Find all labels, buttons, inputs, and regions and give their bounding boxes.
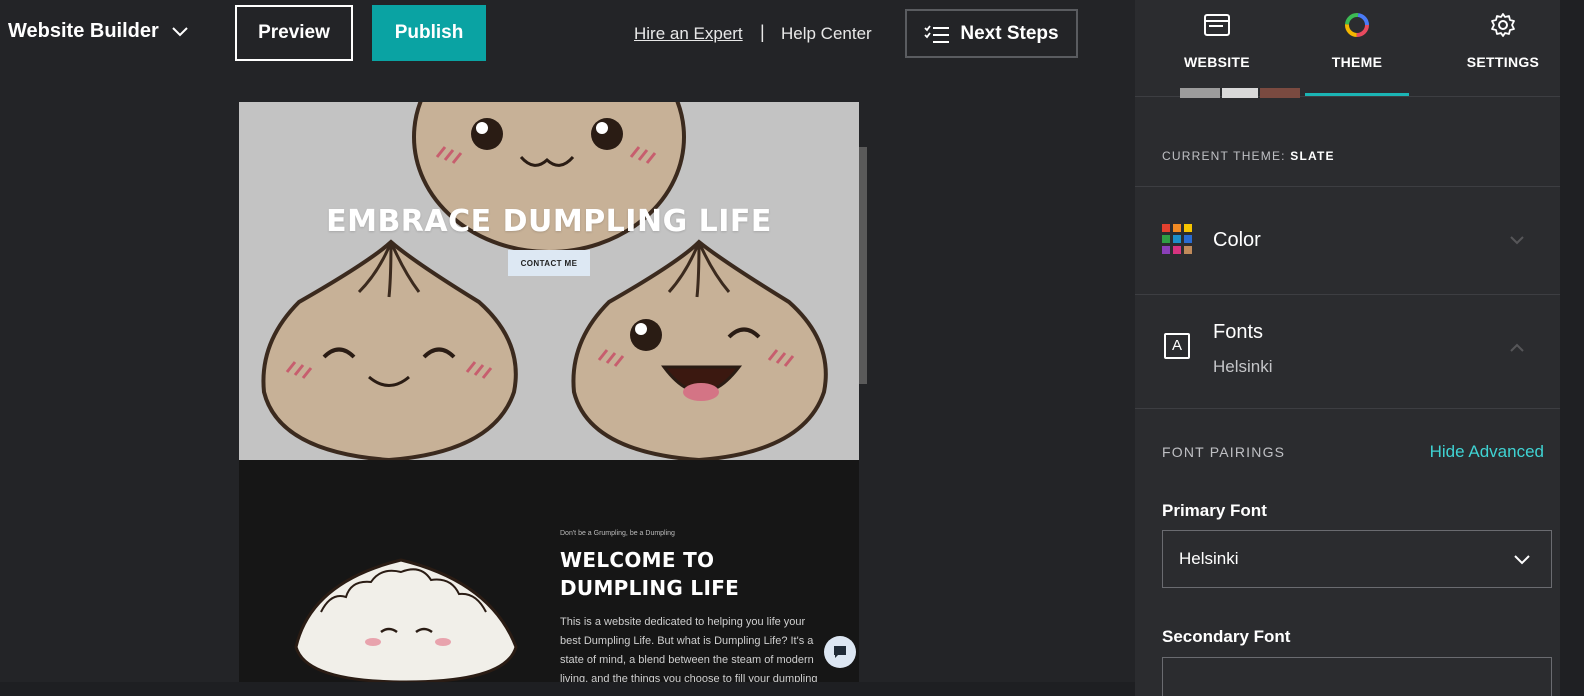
dumpling-illustration [261, 102, 828, 460]
primary-font-select[interactable]: Helsinki [1162, 530, 1552, 588]
canvas-scrollbar[interactable] [859, 147, 867, 384]
chevron-up-icon [1510, 343, 1524, 352]
theme-thumbnails[interactable] [1180, 88, 1302, 98]
chevron-down-icon [172, 26, 188, 36]
color-row-label: Color [1213, 229, 1261, 251]
panel-edge [1560, 0, 1584, 696]
website-builder-app: Website Builder Preview Publish Hire an … [0, 0, 1584, 696]
tab-theme-label: THEME [1331, 54, 1383, 70]
hero-title: EMBRACE DUMPLING LIFE [326, 204, 772, 239]
next-steps-button[interactable]: Next Steps [905, 9, 1078, 58]
font-pairings-section: FONT PAIRINGS Hide Advanced Primary Font… [1135, 408, 1560, 696]
color-palette-icon [1162, 224, 1192, 254]
section-subtitle: Don't be a Grumpling, be a Dumpling [560, 530, 675, 537]
gear-icon [1491, 13, 1515, 37]
tab-website-label: WEBSITE [1184, 54, 1250, 70]
section-title: WELCOME TO DUMPLING LIFE [560, 548, 740, 600]
tab-website[interactable]: WEBSITE [1157, 0, 1277, 97]
theme-panel: WEBSITE THEME SETTINGS CURRENT THEME: SL… [1135, 0, 1560, 696]
tab-theme[interactable]: THEME [1297, 0, 1417, 97]
welcome-section[interactable]: Don't be a Grumpling, be a Dumpling WELC… [239, 460, 859, 682]
fonts-row-label: Fonts [1213, 321, 1264, 343]
current-theme-name: SLATE [1290, 149, 1335, 163]
tab-settings-label: SETTINGS [1466, 54, 1540, 70]
current-theme-prefix: CURRENT THEME: [1162, 149, 1286, 163]
hero-section[interactable]: EMBRACE DUMPLING LIFE CONTACT ME [239, 102, 859, 460]
chevron-down-icon [1514, 555, 1530, 565]
canvas-footer-strip [0, 682, 1135, 696]
preview-button[interactable]: Preview [235, 5, 353, 61]
checklist-icon [924, 24, 950, 43]
hire-expert-link[interactable]: Hire an Expert [634, 24, 743, 44]
font-pairings-label: FONT PAIRINGS [1162, 444, 1286, 460]
chat-bubble-icon [834, 646, 846, 658]
panel-tabs: WEBSITE THEME SETTINGS [1135, 0, 1563, 98]
secondary-font-select[interactable] [1162, 657, 1552, 696]
fonts-row[interactable]: A Fonts Helsinki [1135, 294, 1560, 408]
link-separator: | [760, 22, 765, 42]
chevron-down-icon [1510, 236, 1524, 245]
website-builder-menu[interactable]: Website Builder [8, 20, 189, 43]
fonts-row-value: Helsinki [1213, 357, 1273, 376]
tab-settings[interactable]: SETTINGS [1443, 0, 1563, 97]
help-center-link[interactable]: Help Center [781, 24, 872, 44]
hide-advanced-link[interactable]: Hide Advanced [1430, 442, 1544, 462]
contact-me-button[interactable]: CONTACT ME [508, 250, 590, 276]
publish-button[interactable]: Publish [372, 5, 486, 61]
current-theme: CURRENT THEME: SLATE [1162, 149, 1335, 163]
browser-window-icon [1204, 14, 1230, 36]
secondary-font-label: Secondary Font [1162, 627, 1291, 646]
brand-label: Website Builder [8, 20, 159, 42]
next-steps-label: Next Steps [960, 22, 1059, 44]
chat-button[interactable] [824, 636, 856, 668]
dumpling-mascot-illustration [294, 558, 518, 682]
primary-font-label: Primary Font [1162, 501, 1267, 520]
section-body: This is a website dedicated to helping y… [560, 616, 818, 682]
color-wheel-icon [1345, 13, 1369, 37]
primary-font-value: Helsinki [1179, 549, 1239, 568]
color-row[interactable]: Color [1135, 186, 1560, 294]
active-tab-indicator [1305, 93, 1409, 96]
website-preview-canvas[interactable]: EMBRACE DUMPLING LIFE CONTACT ME Don't b… [239, 102, 859, 682]
font-letter-icon: A [1164, 333, 1190, 359]
